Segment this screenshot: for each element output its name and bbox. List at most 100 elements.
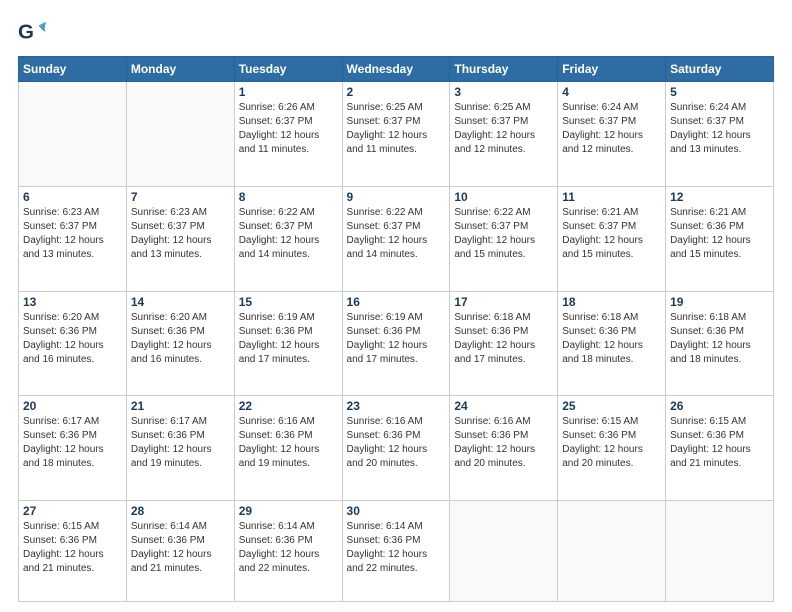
- calendar-cell: [666, 501, 774, 602]
- day-info: Sunrise: 6:22 AM Sunset: 6:37 PM Dayligh…: [347, 206, 446, 262]
- day-number: 19: [670, 295, 769, 309]
- day-number: 11: [562, 190, 661, 204]
- calendar-cell: 24 Sunrise: 6:16 AM Sunset: 6:36 PM Dayli…: [450, 396, 558, 501]
- day-info: Sunrise: 6:16 AM Sunset: 6:36 PM Dayligh…: [454, 415, 553, 471]
- day-info: Sunrise: 6:24 AM Sunset: 6:37 PM Dayligh…: [670, 101, 769, 157]
- calendar-header-sunday: Sunday: [19, 57, 127, 82]
- day-info: Sunrise: 6:16 AM Sunset: 6:36 PM Dayligh…: [239, 415, 338, 471]
- day-info: Sunrise: 6:20 AM Sunset: 6:36 PM Dayligh…: [23, 311, 122, 367]
- day-info: Sunrise: 6:14 AM Sunset: 6:36 PM Dayligh…: [347, 520, 446, 576]
- calendar-cell: [19, 82, 127, 187]
- day-number: 17: [454, 295, 553, 309]
- calendar-cell: 12 Sunrise: 6:21 AM Sunset: 6:36 PM Dayli…: [666, 186, 774, 291]
- day-number: 10: [454, 190, 553, 204]
- calendar-header-wednesday: Wednesday: [342, 57, 450, 82]
- day-info: Sunrise: 6:18 AM Sunset: 6:36 PM Dayligh…: [670, 311, 769, 367]
- calendar-cell: 4 Sunrise: 6:24 AM Sunset: 6:37 PM Daylig…: [558, 82, 666, 187]
- calendar-cell: 17 Sunrise: 6:18 AM Sunset: 6:36 PM Dayli…: [450, 291, 558, 396]
- calendar-cell: 22 Sunrise: 6:16 AM Sunset: 6:36 PM Dayli…: [234, 396, 342, 501]
- calendar-cell: 6 Sunrise: 6:23 AM Sunset: 6:37 PM Daylig…: [19, 186, 127, 291]
- page: G SundayMondayTuesdayWednesdayThursdayFr…: [0, 0, 792, 612]
- calendar-cell: 26 Sunrise: 6:15 AM Sunset: 6:36 PM Dayli…: [666, 396, 774, 501]
- calendar-cell: 7Sunrise: 6:23 AM Sunset: 6:37 PM Daylig…: [126, 186, 234, 291]
- calendar-cell: 5 Sunrise: 6:24 AM Sunset: 6:37 PM Daylig…: [666, 82, 774, 187]
- calendar-cell: 29Sunrise: 6:14 AM Sunset: 6:36 PM Dayli…: [234, 501, 342, 602]
- calendar-cell: 19 Sunrise: 6:18 AM Sunset: 6:36 PM Dayli…: [666, 291, 774, 396]
- day-number: 20: [23, 399, 122, 413]
- day-number: 27: [23, 504, 122, 518]
- calendar-cell: 3 Sunrise: 6:25 AM Sunset: 6:37 PM Daylig…: [450, 82, 558, 187]
- calendar-cell: 8 Sunrise: 6:22 AM Sunset: 6:37 PM Daylig…: [234, 186, 342, 291]
- calendar-cell: 15 Sunrise: 6:19 AM Sunset: 6:36 PM Dayli…: [234, 291, 342, 396]
- day-number: 15: [239, 295, 338, 309]
- day-info: Sunrise: 6:24 AM Sunset: 6:37 PM Dayligh…: [562, 101, 661, 157]
- day-info: Sunrise: 6:21 AM Sunset: 6:37 PM Dayligh…: [562, 206, 661, 262]
- day-number: 26: [670, 399, 769, 413]
- day-number: 1: [239, 85, 338, 99]
- calendar-cell: [450, 501, 558, 602]
- logo: G: [18, 18, 50, 46]
- day-number: 29: [239, 504, 338, 518]
- day-number: 23: [347, 399, 446, 413]
- day-info: Sunrise: 6:23 AM Sunset: 6:37 PM Dayligh…: [131, 206, 230, 262]
- calendar-cell: 9 Sunrise: 6:22 AM Sunset: 6:37 PM Daylig…: [342, 186, 450, 291]
- day-info: Sunrise: 6:25 AM Sunset: 6:37 PM Dayligh…: [347, 101, 446, 157]
- calendar-table: SundayMondayTuesdayWednesdayThursdayFrid…: [18, 56, 774, 602]
- day-info: Sunrise: 6:20 AM Sunset: 6:36 PM Dayligh…: [131, 311, 230, 367]
- day-info: Sunrise: 6:22 AM Sunset: 6:37 PM Dayligh…: [239, 206, 338, 262]
- day-number: 2: [347, 85, 446, 99]
- day-info: Sunrise: 6:18 AM Sunset: 6:36 PM Dayligh…: [454, 311, 553, 367]
- day-info: Sunrise: 6:22 AM Sunset: 6:37 PM Dayligh…: [454, 206, 553, 262]
- day-number: 21: [131, 399, 230, 413]
- calendar-cell: 21Sunrise: 6:17 AM Sunset: 6:36 PM Dayli…: [126, 396, 234, 501]
- calendar-header-row: SundayMondayTuesdayWednesdayThursdayFrid…: [19, 57, 774, 82]
- calendar-cell: 18 Sunrise: 6:18 AM Sunset: 6:36 PM Dayli…: [558, 291, 666, 396]
- day-info: Sunrise: 6:19 AM Sunset: 6:36 PM Dayligh…: [347, 311, 446, 367]
- day-number: 5: [670, 85, 769, 99]
- day-info: Sunrise: 6:19 AM Sunset: 6:36 PM Dayligh…: [239, 311, 338, 367]
- day-info: Sunrise: 6:15 AM Sunset: 6:36 PM Dayligh…: [670, 415, 769, 471]
- day-number: 18: [562, 295, 661, 309]
- day-number: 14: [131, 295, 230, 309]
- day-number: 3: [454, 85, 553, 99]
- calendar-cell: 23 Sunrise: 6:16 AM Sunset: 6:36 PM Dayli…: [342, 396, 450, 501]
- calendar-header-monday: Monday: [126, 57, 234, 82]
- day-info: Sunrise: 6:14 AM Sunset: 6:36 PM Dayligh…: [131, 520, 230, 576]
- calendar-cell: 1 Sunrise: 6:26 AM Sunset: 6:37 PM Daylig…: [234, 82, 342, 187]
- calendar-cell: 30 Sunrise: 6:14 AM Sunset: 6:36 PM Dayli…: [342, 501, 450, 602]
- calendar-header-thursday: Thursday: [450, 57, 558, 82]
- calendar-header-saturday: Saturday: [666, 57, 774, 82]
- day-info: Sunrise: 6:26 AM Sunset: 6:37 PM Dayligh…: [239, 101, 338, 157]
- day-number: 30: [347, 504, 446, 518]
- day-info: Sunrise: 6:18 AM Sunset: 6:36 PM Dayligh…: [562, 311, 661, 367]
- calendar-cell: 2 Sunrise: 6:25 AM Sunset: 6:37 PM Daylig…: [342, 82, 450, 187]
- calendar-cell: 11 Sunrise: 6:21 AM Sunset: 6:37 PM Dayli…: [558, 186, 666, 291]
- day-number: 12: [670, 190, 769, 204]
- header: G: [18, 18, 774, 46]
- day-number: 8: [239, 190, 338, 204]
- calendar-header-friday: Friday: [558, 57, 666, 82]
- calendar-header-tuesday: Tuesday: [234, 57, 342, 82]
- calendar-cell: 28 Sunrise: 6:14 AM Sunset: 6:36 PM Dayli…: [126, 501, 234, 602]
- day-number: 9: [347, 190, 446, 204]
- day-number: 24: [454, 399, 553, 413]
- calendar-cell: 13Sunrise: 6:20 AM Sunset: 6:36 PM Dayli…: [19, 291, 127, 396]
- day-number: 22: [239, 399, 338, 413]
- svg-text:G: G: [18, 21, 34, 44]
- logo-icon: G: [18, 18, 46, 46]
- day-number: 16: [347, 295, 446, 309]
- day-info: Sunrise: 6:17 AM Sunset: 6:36 PM Dayligh…: [23, 415, 122, 471]
- day-info: Sunrise: 6:16 AM Sunset: 6:36 PM Dayligh…: [347, 415, 446, 471]
- calendar-cell: 16 Sunrise: 6:19 AM Sunset: 6:36 PM Dayli…: [342, 291, 450, 396]
- day-number: 28: [131, 504, 230, 518]
- calendar-cell: 25 Sunrise: 6:15 AM Sunset: 6:36 PM Dayli…: [558, 396, 666, 501]
- day-number: 6: [23, 190, 122, 204]
- day-info: Sunrise: 6:21 AM Sunset: 6:36 PM Dayligh…: [670, 206, 769, 262]
- calendar-cell: [126, 82, 234, 187]
- day-number: 25: [562, 399, 661, 413]
- day-number: 4: [562, 85, 661, 99]
- day-info: Sunrise: 6:15 AM Sunset: 6:36 PM Dayligh…: [562, 415, 661, 471]
- day-info: Sunrise: 6:25 AM Sunset: 6:37 PM Dayligh…: [454, 101, 553, 157]
- day-info: Sunrise: 6:23 AM Sunset: 6:37 PM Dayligh…: [23, 206, 122, 262]
- calendar-cell: 10 Sunrise: 6:22 AM Sunset: 6:37 PM Dayli…: [450, 186, 558, 291]
